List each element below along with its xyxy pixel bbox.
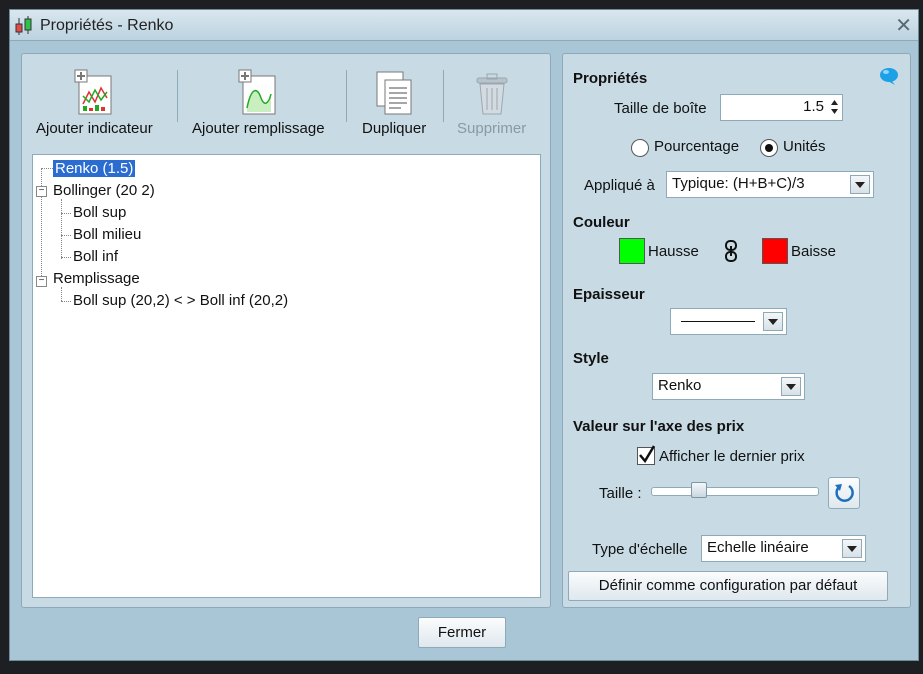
add-fill-button[interactable]: Ajouter remplissage	[192, 68, 325, 137]
tree-node-label: Remplissage	[53, 270, 140, 287]
tree-node-bollinger[interactable]: Bollinger (20 2)	[53, 181, 155, 201]
radio-percent-label: Pourcentage	[654, 138, 740, 155]
up-color-label: Hausse	[648, 243, 699, 260]
chevron-down-icon[interactable]	[781, 377, 801, 396]
properties-dialog: Propriétés - Renko ✕ Ajouter indicateur	[9, 9, 919, 661]
tree-node-boll-inf[interactable]: Boll inf	[73, 247, 118, 267]
chevron-down-icon[interactable]	[842, 539, 862, 558]
properties-panel: Propriétés Taille de boîte 1.5 Pourcenta…	[562, 53, 911, 608]
title-bar[interactable]: Propriétés - Renko ✕	[10, 10, 918, 41]
tree-node-label: Boll sup	[73, 204, 127, 221]
candlestick-icon	[15, 16, 32, 35]
tree-node-remplissage[interactable]: Remplissage	[53, 269, 140, 289]
properties-heading: Propriétés	[573, 70, 648, 87]
box-size-value: 1.5	[803, 98, 824, 115]
radio-percent[interactable]	[631, 139, 649, 157]
chevron-down-icon[interactable]	[763, 312, 783, 331]
delete-button[interactable]: Supprimer	[457, 68, 526, 137]
series-panel: Ajouter indicateur Ajouter remplissage D…	[21, 53, 551, 608]
radio-units-label: Unités	[783, 138, 826, 155]
chevron-down-icon[interactable]	[850, 175, 870, 194]
checkmark-icon	[639, 445, 656, 464]
thickness-heading: Epaisseur	[573, 286, 645, 303]
window-title: Propriétés - Renko	[40, 17, 174, 34]
add-indicator-button[interactable]: Ajouter indicateur	[36, 68, 153, 137]
size-label: Taille :	[599, 485, 642, 502]
show-last-price-label: Afficher le dernier prix	[659, 448, 805, 465]
scale-type-label: Type d'échelle	[592, 541, 688, 558]
refresh-icon	[835, 484, 854, 502]
spin-arrows-icon[interactable]	[829, 97, 840, 117]
add-fill-label: Ajouter remplissage	[192, 120, 325, 137]
duplicate-label: Dupliquer	[362, 120, 427, 137]
set-default-config-button[interactable]: Définir comme configuration par défaut	[568, 571, 888, 601]
style-heading: Style	[573, 350, 609, 367]
applied-to-label: Appliqué à	[584, 177, 655, 194]
tree-connector	[61, 301, 71, 302]
toolbar-divider	[443, 70, 444, 122]
tree-node-boll-milieu[interactable]: Boll milieu	[73, 225, 141, 245]
scale-type-select[interactable]: Echelle linéaire	[701, 535, 866, 562]
collapse-icon[interactable]: −	[36, 276, 47, 287]
style-select[interactable]: Renko	[652, 373, 805, 400]
delete-label: Supprimer	[457, 120, 527, 137]
tree-connector	[61, 257, 71, 258]
radio-units[interactable]	[760, 139, 778, 157]
tree-node-label: Renko (1.5)	[53, 160, 136, 177]
down-color-swatch[interactable]	[762, 238, 788, 264]
box-size-label: Taille de boîte	[614, 100, 707, 117]
add-indicator-label: Ajouter indicateur	[36, 120, 153, 137]
tree-node-label: Boll inf	[73, 248, 119, 265]
add-indicator-icon	[74, 69, 112, 115]
toolbar-divider	[346, 70, 347, 122]
show-last-price-checkbox[interactable]	[637, 445, 656, 465]
down-color-label: Baisse	[791, 243, 837, 260]
add-fill-icon	[238, 69, 276, 115]
thickness-select[interactable]	[670, 308, 787, 335]
box-size-spinner[interactable]: 1.5	[720, 94, 843, 121]
tree-node-label: Boll milieu	[73, 226, 142, 243]
tree-connector	[61, 199, 62, 259]
applied-to-select[interactable]: Typique: (H+B+C)/3	[666, 171, 874, 198]
link-chain-icon[interactable]	[724, 240, 738, 262]
tree-node-boll-sup[interactable]: Boll sup	[73, 203, 126, 223]
series-tree[interactable]: Renko (1.5) − Bollinger (20 2) Boll sup …	[32, 154, 541, 598]
tree-node-label: Bollinger (20 2)	[53, 182, 155, 199]
tree-connector	[61, 235, 71, 236]
close-button[interactable]: Fermer	[418, 617, 506, 648]
duplicate-icon	[376, 71, 412, 115]
tree-connector	[41, 168, 53, 169]
help-bubble-icon[interactable]	[879, 67, 899, 85]
line-thickness-preview	[681, 321, 755, 322]
close-icon[interactable]: ✕	[895, 13, 912, 38]
reset-button[interactable]	[828, 477, 860, 509]
toolbar-divider	[177, 70, 178, 122]
tree-connector	[61, 213, 71, 214]
trash-icon	[476, 73, 508, 115]
tree-node-label: Boll sup (20,2) < > Boll inf (20,2)	[73, 292, 289, 309]
size-slider-track[interactable]	[651, 487, 819, 496]
style-value: Renko	[658, 377, 702, 394]
up-color-swatch[interactable]	[619, 238, 645, 264]
scale-type-value: Echelle linéaire	[707, 539, 809, 556]
applied-to-value: Typique: (H+B+C)/3	[672, 175, 805, 192]
collapse-icon[interactable]: −	[36, 186, 47, 197]
tree-node-fill-pair[interactable]: Boll sup (20,2) < > Boll inf (20,2)	[73, 291, 288, 311]
tree-node-renko[interactable]: Renko (1.5)	[53, 159, 136, 179]
size-slider-thumb[interactable]	[691, 482, 707, 498]
price-axis-heading: Valeur sur l'axe des prix	[573, 418, 745, 435]
color-heading: Couleur	[573, 214, 630, 231]
tree-connector	[61, 287, 62, 301]
duplicate-button[interactable]: Dupliquer	[362, 68, 426, 137]
